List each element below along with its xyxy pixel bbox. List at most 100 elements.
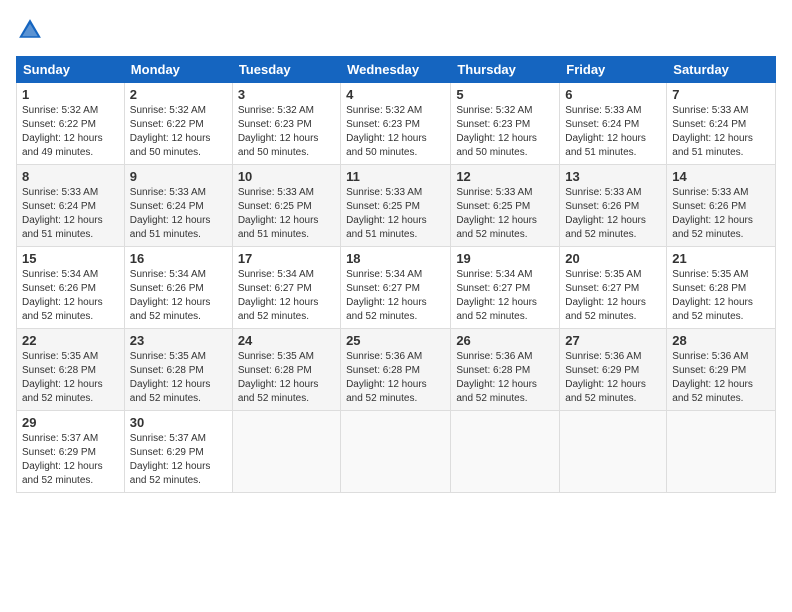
logo-icon bbox=[16, 16, 44, 44]
table-row: 22 Sunrise: 5:35 AMSunset: 6:28 PMDaylig… bbox=[17, 329, 125, 411]
table-row: 28 Sunrise: 5:36 AMSunset: 6:29 PMDaylig… bbox=[667, 329, 776, 411]
day-info: Sunrise: 5:35 AMSunset: 6:28 PMDaylight:… bbox=[130, 350, 227, 406]
table-row: 6 Sunrise: 5:33 AMSunset: 6:24 PMDayligh… bbox=[560, 83, 667, 165]
day-number: 2 bbox=[130, 87, 227, 102]
day-number: 5 bbox=[456, 87, 554, 102]
day-info: Sunrise: 5:32 AMSunset: 6:23 PMDaylight:… bbox=[238, 104, 335, 160]
day-number: 6 bbox=[565, 87, 661, 102]
day-info: Sunrise: 5:34 AMSunset: 6:27 PMDaylight:… bbox=[456, 268, 554, 324]
day-info: Sunrise: 5:35 AMSunset: 6:28 PMDaylight:… bbox=[672, 268, 770, 324]
table-row: 8 Sunrise: 5:33 AMSunset: 6:24 PMDayligh… bbox=[17, 165, 125, 247]
table-row bbox=[560, 411, 667, 493]
table-row: 5 Sunrise: 5:32 AMSunset: 6:23 PMDayligh… bbox=[451, 83, 560, 165]
table-row: 30 Sunrise: 5:37 AMSunset: 6:29 PMDaylig… bbox=[124, 411, 232, 493]
calendar-week-row: 22 Sunrise: 5:35 AMSunset: 6:28 PMDaylig… bbox=[17, 329, 776, 411]
day-info: Sunrise: 5:32 AMSunset: 6:22 PMDaylight:… bbox=[130, 104, 227, 160]
day-info: Sunrise: 5:32 AMSunset: 6:23 PMDaylight:… bbox=[346, 104, 445, 160]
day-number: 12 bbox=[456, 169, 554, 184]
day-number: 28 bbox=[672, 333, 770, 348]
day-info: Sunrise: 5:35 AMSunset: 6:28 PMDaylight:… bbox=[238, 350, 335, 406]
table-row: 7 Sunrise: 5:33 AMSunset: 6:24 PMDayligh… bbox=[667, 83, 776, 165]
day-info: Sunrise: 5:33 AMSunset: 6:26 PMDaylight:… bbox=[565, 186, 661, 242]
table-row: 27 Sunrise: 5:36 AMSunset: 6:29 PMDaylig… bbox=[560, 329, 667, 411]
day-number: 25 bbox=[346, 333, 445, 348]
day-info: Sunrise: 5:33 AMSunset: 6:24 PMDaylight:… bbox=[565, 104, 661, 160]
day-number: 26 bbox=[456, 333, 554, 348]
table-row: 11 Sunrise: 5:33 AMSunset: 6:25 PMDaylig… bbox=[341, 165, 451, 247]
day-info: Sunrise: 5:33 AMSunset: 6:26 PMDaylight:… bbox=[672, 186, 770, 242]
day-info: Sunrise: 5:33 AMSunset: 6:24 PMDaylight:… bbox=[130, 186, 227, 242]
day-number: 23 bbox=[130, 333, 227, 348]
table-row: 19 Sunrise: 5:34 AMSunset: 6:27 PMDaylig… bbox=[451, 247, 560, 329]
table-row bbox=[451, 411, 560, 493]
calendar: Sunday Monday Tuesday Wednesday Thursday… bbox=[16, 56, 776, 493]
day-number: 16 bbox=[130, 251, 227, 266]
day-number: 19 bbox=[456, 251, 554, 266]
day-info: Sunrise: 5:34 AMSunset: 6:26 PMDaylight:… bbox=[130, 268, 227, 324]
day-info: Sunrise: 5:32 AMSunset: 6:22 PMDaylight:… bbox=[22, 104, 119, 160]
table-row bbox=[667, 411, 776, 493]
day-number: 1 bbox=[22, 87, 119, 102]
table-row: 4 Sunrise: 5:32 AMSunset: 6:23 PMDayligh… bbox=[341, 83, 451, 165]
header bbox=[16, 16, 776, 44]
header-wednesday: Wednesday bbox=[341, 57, 451, 83]
table-row: 26 Sunrise: 5:36 AMSunset: 6:28 PMDaylig… bbox=[451, 329, 560, 411]
day-number: 7 bbox=[672, 87, 770, 102]
day-info: Sunrise: 5:33 AMSunset: 6:25 PMDaylight:… bbox=[346, 186, 445, 242]
table-row: 13 Sunrise: 5:33 AMSunset: 6:26 PMDaylig… bbox=[560, 165, 667, 247]
day-number: 30 bbox=[130, 415, 227, 430]
table-row: 9 Sunrise: 5:33 AMSunset: 6:24 PMDayligh… bbox=[124, 165, 232, 247]
calendar-week-row: 15 Sunrise: 5:34 AMSunset: 6:26 PMDaylig… bbox=[17, 247, 776, 329]
day-info: Sunrise: 5:34 AMSunset: 6:26 PMDaylight:… bbox=[22, 268, 119, 324]
day-number: 14 bbox=[672, 169, 770, 184]
day-info: Sunrise: 5:36 AMSunset: 6:28 PMDaylight:… bbox=[456, 350, 554, 406]
table-row: 23 Sunrise: 5:35 AMSunset: 6:28 PMDaylig… bbox=[124, 329, 232, 411]
day-number: 15 bbox=[22, 251, 119, 266]
day-number: 18 bbox=[346, 251, 445, 266]
page: Sunday Monday Tuesday Wednesday Thursday… bbox=[0, 0, 792, 612]
day-info: Sunrise: 5:32 AMSunset: 6:23 PMDaylight:… bbox=[456, 104, 554, 160]
weekday-header-row: Sunday Monday Tuesday Wednesday Thursday… bbox=[17, 57, 776, 83]
day-number: 4 bbox=[346, 87, 445, 102]
day-number: 24 bbox=[238, 333, 335, 348]
day-info: Sunrise: 5:34 AMSunset: 6:27 PMDaylight:… bbox=[346, 268, 445, 324]
day-info: Sunrise: 5:36 AMSunset: 6:28 PMDaylight:… bbox=[346, 350, 445, 406]
table-row: 21 Sunrise: 5:35 AMSunset: 6:28 PMDaylig… bbox=[667, 247, 776, 329]
day-info: Sunrise: 5:33 AMSunset: 6:24 PMDaylight:… bbox=[672, 104, 770, 160]
table-row: 25 Sunrise: 5:36 AMSunset: 6:28 PMDaylig… bbox=[341, 329, 451, 411]
table-row: 3 Sunrise: 5:32 AMSunset: 6:23 PMDayligh… bbox=[232, 83, 340, 165]
day-number: 27 bbox=[565, 333, 661, 348]
day-info: Sunrise: 5:33 AMSunset: 6:25 PMDaylight:… bbox=[456, 186, 554, 242]
table-row: 10 Sunrise: 5:33 AMSunset: 6:25 PMDaylig… bbox=[232, 165, 340, 247]
table-row: 18 Sunrise: 5:34 AMSunset: 6:27 PMDaylig… bbox=[341, 247, 451, 329]
day-number: 10 bbox=[238, 169, 335, 184]
table-row bbox=[232, 411, 340, 493]
table-row: 15 Sunrise: 5:34 AMSunset: 6:26 PMDaylig… bbox=[17, 247, 125, 329]
day-info: Sunrise: 5:34 AMSunset: 6:27 PMDaylight:… bbox=[238, 268, 335, 324]
table-row: 29 Sunrise: 5:37 AMSunset: 6:29 PMDaylig… bbox=[17, 411, 125, 493]
table-row: 14 Sunrise: 5:33 AMSunset: 6:26 PMDaylig… bbox=[667, 165, 776, 247]
day-info: Sunrise: 5:37 AMSunset: 6:29 PMDaylight:… bbox=[130, 432, 227, 488]
table-row: 24 Sunrise: 5:35 AMSunset: 6:28 PMDaylig… bbox=[232, 329, 340, 411]
day-number: 17 bbox=[238, 251, 335, 266]
day-info: Sunrise: 5:33 AMSunset: 6:25 PMDaylight:… bbox=[238, 186, 335, 242]
table-row: 12 Sunrise: 5:33 AMSunset: 6:25 PMDaylig… bbox=[451, 165, 560, 247]
header-tuesday: Tuesday bbox=[232, 57, 340, 83]
table-row: 16 Sunrise: 5:34 AMSunset: 6:26 PMDaylig… bbox=[124, 247, 232, 329]
day-info: Sunrise: 5:37 AMSunset: 6:29 PMDaylight:… bbox=[22, 432, 119, 488]
logo bbox=[16, 16, 48, 44]
day-number: 8 bbox=[22, 169, 119, 184]
table-row bbox=[341, 411, 451, 493]
day-number: 20 bbox=[565, 251, 661, 266]
day-number: 11 bbox=[346, 169, 445, 184]
day-info: Sunrise: 5:36 AMSunset: 6:29 PMDaylight:… bbox=[672, 350, 770, 406]
day-info: Sunrise: 5:35 AMSunset: 6:27 PMDaylight:… bbox=[565, 268, 661, 324]
calendar-week-row: 8 Sunrise: 5:33 AMSunset: 6:24 PMDayligh… bbox=[17, 165, 776, 247]
table-row: 1 Sunrise: 5:32 AMSunset: 6:22 PMDayligh… bbox=[17, 83, 125, 165]
table-row: 20 Sunrise: 5:35 AMSunset: 6:27 PMDaylig… bbox=[560, 247, 667, 329]
header-monday: Monday bbox=[124, 57, 232, 83]
day-number: 13 bbox=[565, 169, 661, 184]
day-info: Sunrise: 5:36 AMSunset: 6:29 PMDaylight:… bbox=[565, 350, 661, 406]
day-info: Sunrise: 5:33 AMSunset: 6:24 PMDaylight:… bbox=[22, 186, 119, 242]
day-info: Sunrise: 5:35 AMSunset: 6:28 PMDaylight:… bbox=[22, 350, 119, 406]
